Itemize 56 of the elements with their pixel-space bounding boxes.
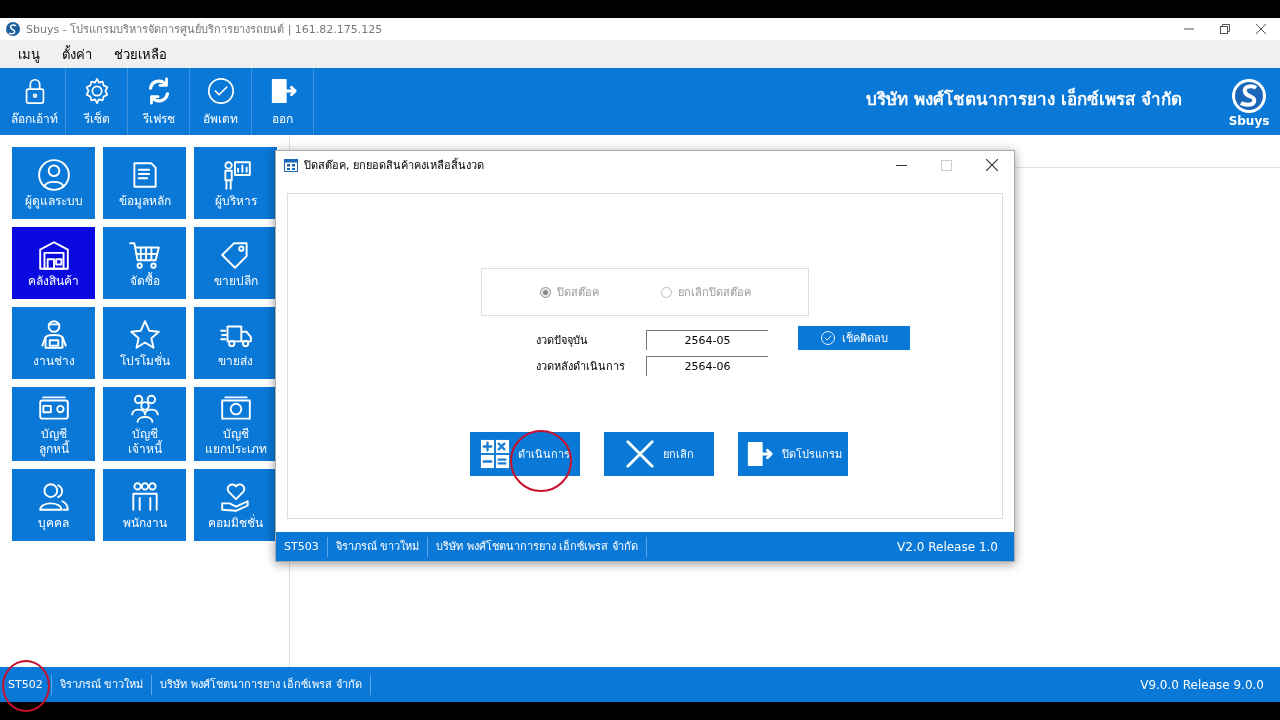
annotation-circle — [2, 660, 50, 712]
period-field[interactable]: 2564-06 — [646, 356, 768, 376]
menu-item[interactable]: ช่วยเหลือ — [106, 41, 175, 67]
brand-logo: Sbuys — [1222, 68, 1276, 135]
module-tile[interactable]: บุคคล — [12, 469, 95, 541]
module-tile[interactable]: ขายปลีก — [194, 227, 277, 299]
module-tile[interactable]: บัญชี ลูกหนี้ — [12, 387, 95, 461]
module-tile[interactable]: บัญชี เจ้าหนี้ — [103, 387, 186, 461]
company-name: บริษัท พงศ์โชตนาการยาง เอ็กซ์เพรส จำกัด — [866, 87, 1182, 111]
module-tile[interactable]: พนักงาน — [103, 469, 186, 541]
toolbar-button[interactable]: ล๊อกเอ้าท์ — [4, 68, 66, 135]
check-negative-button[interactable]: เช็คติดลบ — [798, 326, 910, 350]
module-tile[interactable]: บัญชี แยกประเภท — [194, 387, 277, 461]
close-icon — [624, 439, 655, 469]
status-text: บริษัท พงศ์โชตนาการยาง เอ็กซ์เพรส จำกัด — [152, 674, 371, 695]
app-logo-icon — [6, 22, 20, 36]
module-tile[interactable]: ผู้ดูแลระบบ — [12, 147, 95, 219]
module-tile[interactable]: โปรโมชั่น — [103, 307, 186, 379]
module-tile[interactable]: จัดซื้อ — [103, 227, 186, 299]
action-button[interactable]: ปิดโปรแกรม — [738, 432, 848, 476]
status-text: จิราภรณ์ ขาวใหม่ — [51, 674, 153, 695]
toolbar-button[interactable]: ออก — [252, 68, 314, 135]
toolbar-button[interactable]: รีเซ็ต — [66, 68, 128, 135]
window-icon — [284, 158, 298, 172]
star-icon — [127, 317, 162, 352]
window-title: Sbuys - โปรแกรมบริหารจัดการศูนย์บริการยางรถยนต์ | 161.82.175.125 — [26, 22, 383, 38]
module-tile[interactable]: ผู้บริหาร — [194, 147, 277, 219]
status-text: บริษัท พงศ์โชตนาการยาง เอ็กซ์เพรส จำกัด — [428, 536, 647, 557]
close-icon[interactable] — [1256, 24, 1266, 34]
module-tile[interactable]: ขายส่ง — [194, 307, 277, 379]
checkmark-icon — [205, 75, 236, 106]
dialog-title: ปิดสต๊อค, ยกยอดสินค้าคงเหลือสิ้นงวด — [304, 157, 484, 174]
module-tile[interactable]: งานช่าง — [12, 307, 95, 379]
module-tile[interactable]: คอมมิชชั่น — [194, 469, 277, 541]
period-field[interactable]: 2564-05 — [646, 330, 768, 350]
toolbar-button[interactable]: อัพเดท — [190, 68, 252, 135]
action-button[interactable]: ดำเนินการ — [470, 432, 580, 476]
module-tile[interactable]: ข้อมูลหลัก — [103, 147, 186, 219]
status-text: ST503 — [276, 536, 328, 557]
calculator-icon — [480, 439, 510, 469]
module-tile[interactable]: คลังสินค้า — [12, 227, 95, 299]
status-text: ST502 — [0, 674, 52, 695]
status-text: จิราภรณ์ ขาวใหม่ — [327, 536, 429, 557]
close-icon[interactable] — [986, 159, 998, 171]
restore-icon[interactable] — [1220, 24, 1230, 34]
field-label: งวดปัจจุบัน — [536, 333, 589, 349]
version-text: V2.0 Release 1.0 — [897, 539, 998, 554]
action-button[interactable]: ยกเลิก — [604, 432, 714, 476]
menu-item[interactable]: เมนู — [10, 41, 48, 67]
toolbar-button[interactable]: รีเฟรช — [128, 68, 190, 135]
field-label: งวดหลังดำเนินการ — [536, 359, 626, 375]
menu-item[interactable]: ตั้งค่า — [54, 41, 100, 67]
user-icon — [36, 157, 71, 192]
checkmark-icon — [820, 330, 836, 346]
annotation-circle — [510, 430, 572, 492]
version-text: V9.0.0 Release 9.0.0 — [1140, 677, 1264, 692]
